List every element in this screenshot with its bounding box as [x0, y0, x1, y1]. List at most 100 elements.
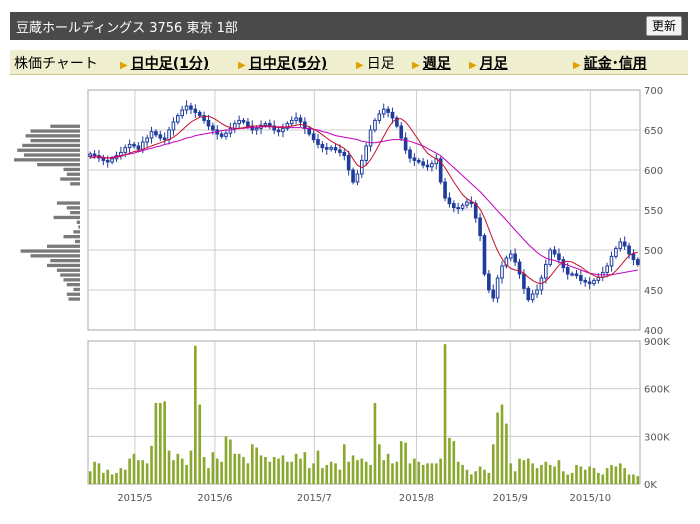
volume-bar — [505, 423, 508, 484]
candle-body — [92, 153, 97, 157]
volume-bar — [478, 466, 482, 484]
volume-bar — [299, 458, 302, 484]
candle-body — [421, 161, 425, 166]
volume-bar — [180, 458, 184, 484]
candle-body — [105, 159, 110, 163]
candle-body — [491, 289, 496, 299]
price-profile-bar — [25, 134, 80, 138]
candle-body — [386, 108, 390, 113]
volume-bar — [413, 458, 416, 484]
volume-bar — [531, 463, 534, 484]
volume-bar — [277, 458, 280, 484]
volume-bar — [443, 344, 447, 484]
volume-bar — [540, 464, 543, 484]
volume-bar — [456, 461, 460, 484]
volume-bar — [360, 458, 364, 484]
price-profile-bar — [70, 211, 80, 215]
x-tick-label: 2015/10 — [570, 493, 612, 504]
price-tick-label: 450 — [644, 286, 663, 297]
candle-body — [368, 129, 373, 147]
candle-body — [373, 119, 377, 131]
candle-body — [500, 265, 504, 279]
candle-body — [456, 207, 461, 210]
volume-bar — [347, 461, 350, 484]
volume-bar — [307, 468, 311, 484]
volume-bar — [483, 469, 486, 484]
volume-bar — [303, 452, 307, 484]
volume-bar — [255, 447, 258, 484]
candle-body — [622, 241, 627, 247]
x-tick-label: 2015/9 — [493, 493, 528, 504]
volume-bar — [163, 401, 166, 484]
volume-bar — [215, 458, 219, 484]
x-tick-label: 2015/5 — [117, 493, 152, 504]
volume-bar — [194, 345, 197, 484]
candle-body — [430, 163, 434, 168]
candle-body — [557, 253, 561, 261]
volume-bar — [548, 464, 552, 484]
candle-body — [487, 273, 491, 291]
candle-body — [320, 143, 325, 149]
volume-bar — [229, 439, 232, 484]
candle-body — [408, 149, 412, 159]
candle-body — [451, 203, 456, 209]
volume-bar — [526, 458, 530, 484]
volume-bar — [334, 463, 337, 484]
candle-body — [517, 261, 522, 275]
x-tick-label: 2015/7 — [297, 493, 332, 504]
candle-body — [526, 287, 531, 301]
volume-bar — [386, 453, 390, 484]
volume-bar — [338, 469, 342, 484]
volume-bar — [294, 453, 298, 484]
volume-bar — [627, 474, 631, 484]
volume-bar — [373, 402, 377, 484]
volume-bar — [242, 456, 245, 484]
volume-bar — [544, 461, 548, 484]
x-tick-label: 2015/6 — [197, 493, 232, 504]
volume-bar — [167, 450, 171, 484]
price-profile-bar — [66, 172, 80, 176]
volume-bar — [408, 463, 412, 484]
candle-body — [609, 255, 614, 267]
price-profile-bar — [47, 263, 80, 268]
volume-bar — [316, 450, 320, 484]
price-profile-bar — [73, 230, 80, 234]
candle-body — [246, 121, 250, 127]
volume-bar — [395, 461, 399, 484]
candle-body — [614, 247, 618, 257]
volume-bar — [513, 471, 517, 484]
volume-bar — [110, 474, 114, 484]
volume-bar — [491, 444, 495, 484]
candle-body — [570, 273, 574, 276]
volume-bar — [461, 464, 464, 484]
volume-bar — [88, 471, 92, 484]
candle-body — [565, 267, 570, 275]
candle-body — [548, 249, 553, 265]
candle-body — [390, 111, 395, 119]
candle-body — [294, 117, 298, 121]
price-profile-bar — [53, 215, 80, 220]
volume-bar — [364, 461, 368, 484]
volume-bar — [312, 463, 315, 484]
price-profile-bar — [73, 287, 80, 292]
price-profile-bar — [63, 235, 80, 239]
volume-bar — [132, 453, 136, 484]
volume-bar — [566, 474, 570, 484]
volume-tick-label: 300K — [644, 432, 670, 443]
volume-bar — [518, 458, 521, 484]
candle-body — [316, 139, 320, 145]
price-profile-bar — [17, 148, 80, 152]
price-tick-label: 700 — [644, 86, 663, 97]
volume-bar — [93, 461, 96, 484]
candle-body — [281, 127, 285, 133]
candle-body — [460, 204, 465, 209]
volume-bar — [115, 472, 118, 484]
candle-body — [447, 197, 452, 205]
price-profile-bar — [37, 163, 80, 167]
volume-bar — [356, 460, 359, 484]
candle-body — [618, 241, 623, 249]
candle-body — [508, 253, 513, 259]
candle-body — [482, 235, 487, 275]
volume-bar — [102, 472, 105, 484]
volume-bar — [562, 471, 565, 484]
